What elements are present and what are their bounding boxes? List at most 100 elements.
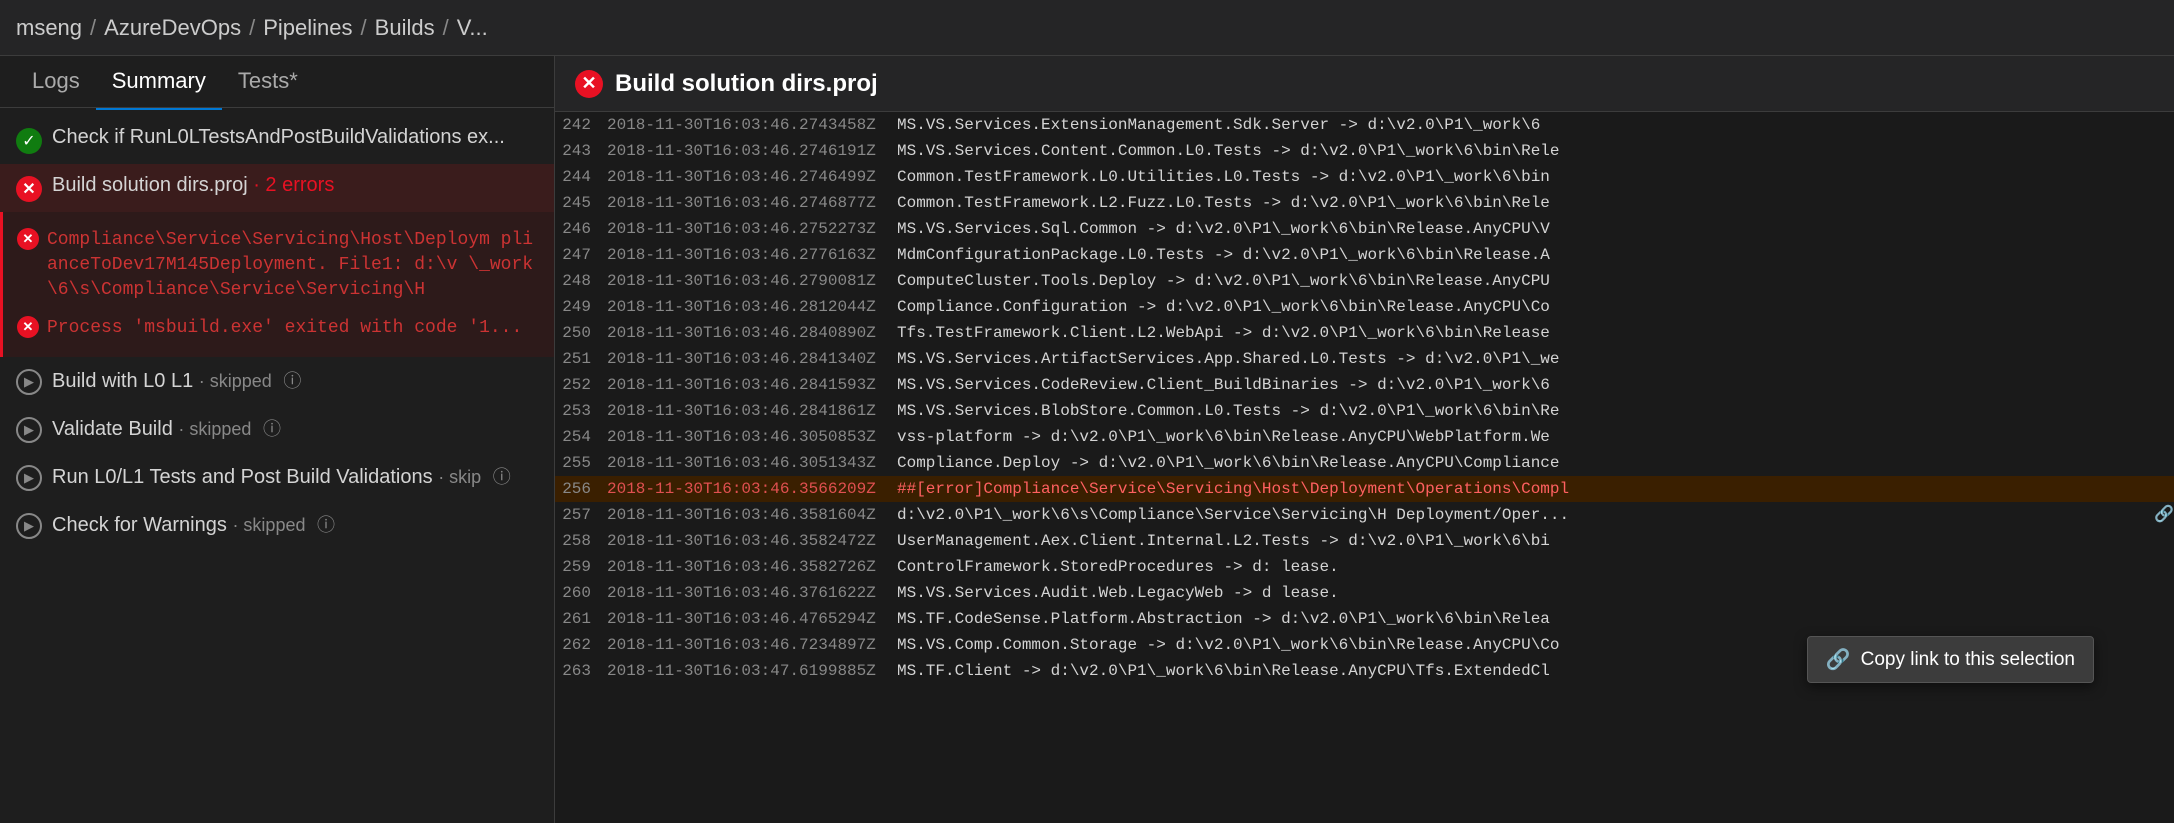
line-content: MS.VS.Services.ExtensionManagement.Sdk.S… [897,113,2174,137]
log-line: 2512018-11-30T16:03:46.2841340ZMS.VS.Ser… [555,346,2174,372]
breadcrumb-item-mseng[interactable]: mseng [16,15,82,41]
line-number: 263 [555,659,607,683]
line-timestamp: 2018-11-30T16:03:46.2812044Z [607,295,897,319]
log-line: 2472018-11-30T16:03:46.2776163ZMdmConfig… [555,242,2174,268]
line-timestamp: 2018-11-30T16:03:47.6199885Z [607,659,897,683]
step-item-check-warnings[interactable]: ▶ Check for Warnings · skipped ⓘ [0,501,554,549]
log-header: ✕ Build solution dirs.proj [555,56,2174,112]
step-content-build-solution: Build solution dirs.proj · 2 errors [52,174,538,197]
line-number: 258 [555,529,607,553]
info-icon-check-warnings: ⓘ [317,515,335,535]
line-content: MS.VS.Services.Sql.Common -> d:\v2.0\P1\… [897,217,2174,241]
line-timestamp: 2018-11-30T16:03:46.2746191Z [607,139,897,163]
line-number: 252 [555,373,607,397]
line-number: 260 [555,581,607,605]
breadcrumb-item-pipelines[interactable]: Pipelines [263,15,352,41]
line-timestamp: 2018-11-30T16:03:46.4765294Z [607,607,897,631]
left-panel: Logs Summary Tests* ✓ Check if RunL0LTes… [0,56,555,823]
line-content: MS.TF.CodeSense.Platform.Abstraction -> … [897,607,2174,631]
step-meta-run-tests: · skip [438,467,481,487]
error-details-block: ✕ Compliance\Service\Servicing\Host\Depl… [0,212,554,357]
line-link-icon[interactable]: 🔗 [2154,503,2174,527]
step-content-run-tests: Run L0/L1 Tests and Post Build Validatio… [52,463,538,489]
copy-link-popup[interactable]: 🔗 Copy link to this selection [1807,636,2094,683]
log-header-error-icon: ✕ [575,70,603,98]
line-number: 244 [555,165,607,189]
breadcrumb-sep-2: / [249,15,255,41]
breadcrumb-sep-4: / [443,15,449,41]
tabs-bar: Logs Summary Tests* [0,56,554,108]
info-icon-run-tests: ⓘ [493,467,511,487]
line-content: vss-platform -> d:\v2.0\P1\_work\6\bin\R… [897,425,2174,449]
log-line: 2532018-11-30T16:03:46.2841861ZMS.VS.Ser… [555,398,2174,424]
info-icon-validate-build: ⓘ [263,419,281,439]
link-chain-icon: 🔗 [1826,647,1851,672]
line-number: 262 [555,633,607,657]
breadcrumb-item-azuredevops[interactable]: AzureDevOps [104,15,241,41]
line-content: d:\v2.0\P1\_work\6\s\Compliance\Service\… [897,503,2146,527]
error-line-1: ✕ Compliance\Service\Servicing\Host\Depl… [17,222,540,310]
log-line: 2592018-11-30T16:03:46.3582726ZControlFr… [555,554,2174,580]
error-line-2: ✕ Process 'msbuild.exe' exited with code… [17,310,540,347]
breadcrumb-item-builds[interactable]: Builds [375,15,435,41]
step-content-check-run: Check if RunL0LTestsAndPostBuildValidati… [52,126,538,149]
step-title-build-l0-l1: Build with L0 L1 · skipped ⓘ [52,367,538,393]
breadcrumb-sep-1: / [90,15,96,41]
copy-link-label[interactable]: Copy link to this selection [1861,649,2075,671]
line-timestamp: 2018-11-30T16:03:46.3051343Z [607,451,897,475]
line-content: MdmConfigurationPackage.L0.Tests -> d:\v… [897,243,2174,267]
step-item-build-solution[interactable]: ✕ Build solution dirs.proj · 2 errors [0,164,554,212]
line-content: UserManagement.Aex.Client.Internal.L2.Te… [897,529,2174,553]
steps-list: ✓ Check if RunL0LTestsAndPostBuildValida… [0,108,554,823]
error-icon-build: ✕ [16,176,42,202]
log-line: 2582018-11-30T16:03:46.3582472ZUserManag… [555,528,2174,554]
line-timestamp: 2018-11-30T16:03:46.2841340Z [607,347,897,371]
step-item-run-tests[interactable]: ▶ Run L0/L1 Tests and Post Build Validat… [0,453,554,501]
line-number: 243 [555,139,607,163]
error-icon-line2: ✕ [17,316,39,338]
log-line: 2442018-11-30T16:03:46.2746499ZCommon.Te… [555,164,2174,190]
line-content: ##[error]Compliance\Service\Servicing\Ho… [897,477,2174,501]
line-timestamp: 2018-11-30T16:03:46.2840890Z [607,321,897,345]
step-meta-validate-build: · skipped [178,419,251,439]
log-line: 2522018-11-30T16:03:46.2841593ZMS.VS.Ser… [555,372,2174,398]
step-item-build-l0-l1[interactable]: ▶ Build with L0 L1 · skipped ⓘ [0,357,554,405]
tab-logs[interactable]: Logs [16,56,96,110]
line-number: 259 [555,555,607,579]
line-timestamp: 2018-11-30T16:03:46.2743458Z [607,113,897,137]
breadcrumb-item-v[interactable]: V... [457,15,488,41]
step-item-check-run[interactable]: ✓ Check if RunL0LTestsAndPostBuildValida… [0,116,554,164]
line-number: 261 [555,607,607,631]
tab-summary[interactable]: Summary [96,56,222,110]
log-line: 2502018-11-30T16:03:46.2840890ZTfs.TestF… [555,320,2174,346]
error-icon-line1: ✕ [17,228,39,250]
log-line: 2542018-11-30T16:03:46.3050853Zvss-platf… [555,424,2174,450]
error-text-2: Process 'msbuild.exe' exited with code '… [47,316,522,341]
log-header-title: Build solution dirs.proj [615,70,878,98]
log-content[interactable]: 2422018-11-30T16:03:46.2743458ZMS.VS.Ser… [555,112,2174,823]
log-line: 2562018-11-30T16:03:46.3566209Z##[error]… [555,476,2174,502]
step-title-validate-build: Validate Build · skipped ⓘ [52,415,538,441]
log-line: 2452018-11-30T16:03:46.2746877ZCommon.Te… [555,190,2174,216]
play-icon-check-warnings: ▶ [16,513,42,539]
line-content: Compliance.Deploy -> d:\v2.0\P1\_work\6\… [897,451,2174,475]
line-timestamp: 2018-11-30T16:03:46.2752273Z [607,217,897,241]
info-icon-build-l0-l1: ⓘ [283,371,301,391]
log-line: 2572018-11-30T16:03:46.3581604Zd:\v2.0\P… [555,502,2174,528]
play-icon-build-l0-l1: ▶ [16,369,42,395]
log-line: 2492018-11-30T16:03:46.2812044ZComplianc… [555,294,2174,320]
line-content: ControlFramework.StoredProcedures -> d: … [897,555,2174,579]
tab-tests[interactable]: Tests* [222,56,314,110]
line-number: 248 [555,269,607,293]
line-number: 254 [555,425,607,449]
line-timestamp: 2018-11-30T16:03:46.3566209Z [607,477,897,501]
error-count-badge: · 2 errors [253,174,334,196]
log-line: 2482018-11-30T16:03:46.2790081ZComputeCl… [555,268,2174,294]
right-panel-wrapper: ✕ Build solution dirs.proj 2422018-11-30… [555,56,2174,823]
step-meta-build-l0-l1: · skipped [199,371,272,391]
step-item-validate-build[interactable]: ▶ Validate Build · skipped ⓘ [0,405,554,453]
line-number: 250 [555,321,607,345]
line-timestamp: 2018-11-30T16:03:46.3050853Z [607,425,897,449]
line-content: Common.TestFramework.L2.Fuzz.L0.Tests ->… [897,191,2174,215]
step-content-build-l0-l1: Build with L0 L1 · skipped ⓘ [52,367,538,393]
